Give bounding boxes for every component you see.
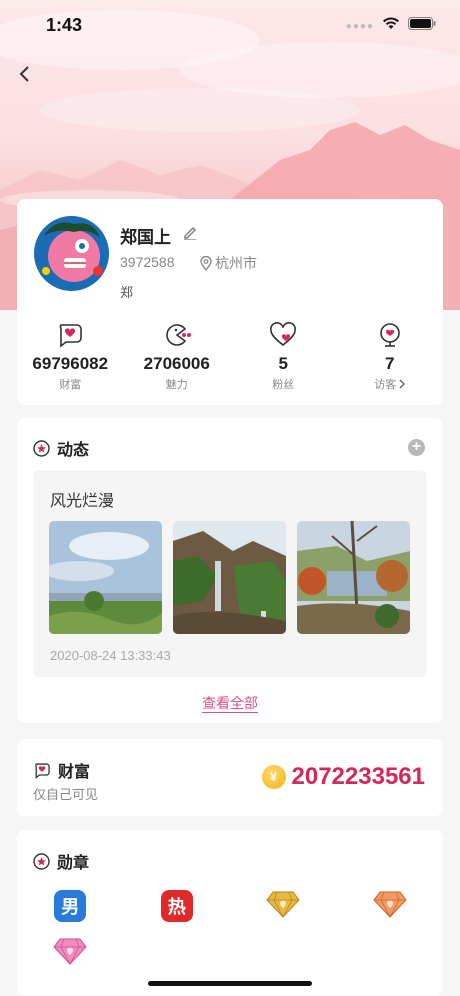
user-signature: 郑: [120, 285, 134, 300]
fans-icon: [269, 319, 297, 351]
signal-icon: ●●●●: [345, 20, 374, 32]
user-name: 郑国上: [120, 228, 171, 247]
location-text: 杭州市: [215, 255, 257, 271]
stat-wealth[interactable]: 69796082 财富: [17, 319, 124, 392]
stat-value: 5: [278, 354, 288, 373]
charm-icon: [163, 319, 191, 351]
badge-grid: 男 热: [17, 890, 443, 980]
pink-diamond-icon[interactable]: [53, 937, 87, 965]
plus-icon: +: [411, 438, 422, 455]
wealth-amount: ¥ 2072233561: [261, 763, 425, 791]
stat-value: 69796082: [32, 354, 109, 373]
star-badge-icon: [33, 852, 50, 870]
location: 杭州市: [200, 253, 257, 273]
wealth-icon: [35, 762, 50, 779]
battery-icon: [408, 17, 436, 35]
status-bar: 1:43 ●●●●: [0, 0, 460, 50]
home-indicator[interactable]: [148, 981, 312, 986]
dynamics-header: 动态: [33, 436, 89, 460]
stat-label: 财富: [59, 379, 82, 391]
gold-diamond-icon[interactable]: [266, 890, 300, 918]
wealth-card: 财富 仅自己可见 ¥ 2072233561: [17, 739, 443, 816]
post-photo[interactable]: [49, 521, 162, 634]
section-title: 财富: [58, 764, 91, 781]
stat-value: 7: [385, 354, 395, 373]
location-pin-icon: [200, 255, 212, 271]
back-button[interactable]: [12, 60, 36, 88]
stat-charm[interactable]: 2706006 魅力: [124, 319, 231, 392]
view-all-link[interactable]: 查看全部: [202, 695, 258, 713]
post-photo[interactable]: [297, 521, 410, 634]
post-photos: [49, 521, 410, 634]
stat-fans[interactable]: 5 粉丝: [230, 319, 337, 392]
post-item[interactable]: 风光烂漫 2020-08-24 13:33:43: [33, 470, 427, 677]
avatar[interactable]: [34, 216, 109, 291]
post-photo[interactable]: [173, 521, 286, 634]
male-badge-icon[interactable]: 男: [54, 890, 87, 922]
user-id: 3972588: [120, 254, 175, 270]
medals-header: 勋章: [33, 849, 89, 873]
chevron-right-icon: [399, 379, 406, 389]
stat-value: 2706006: [143, 354, 210, 373]
wealth-header: 财富: [33, 758, 90, 782]
post-title: 风光烂漫: [50, 493, 115, 510]
section-title: 勋章: [57, 855, 90, 872]
medals-card: 勋章 男 热: [17, 830, 443, 996]
status-time: 1:43: [46, 15, 83, 35]
edit-icon[interactable]: [182, 224, 198, 245]
section-title: 动态: [57, 442, 90, 459]
star-badge-icon: [33, 439, 50, 457]
stats-row: 69796082 财富 2706006 魅力 5 粉丝 7 访客: [17, 319, 443, 392]
wealth-value: 2072233561: [291, 763, 425, 790]
stat-label: 访客: [374, 379, 397, 391]
chevron-left-icon: [19, 66, 29, 82]
stat-label: 粉丝: [272, 379, 295, 391]
post-time: 2020-08-24 13:33:43: [50, 648, 171, 663]
wifi-icon: [382, 17, 400, 35]
wealth-icon: [56, 319, 84, 351]
add-post-button[interactable]: +: [408, 439, 425, 456]
stat-label: 魅力: [165, 379, 188, 391]
orange-diamond-icon[interactable]: [373, 890, 407, 918]
hot-badge-icon[interactable]: 热: [160, 890, 193, 922]
profile-card: 郑国上 3972588 杭州市 郑 69796082 财富 2706006 魅力…: [17, 199, 443, 405]
stat-visitors[interactable]: 7 访客: [337, 319, 444, 392]
coin-icon: ¥: [261, 765, 286, 789]
visitor-icon: [376, 319, 404, 351]
wealth-privacy-note: 仅自己可见: [33, 787, 99, 802]
dynamics-card: 动态 + 风光烂漫 2020-08-24 13:33:43 查看全部: [17, 418, 443, 723]
